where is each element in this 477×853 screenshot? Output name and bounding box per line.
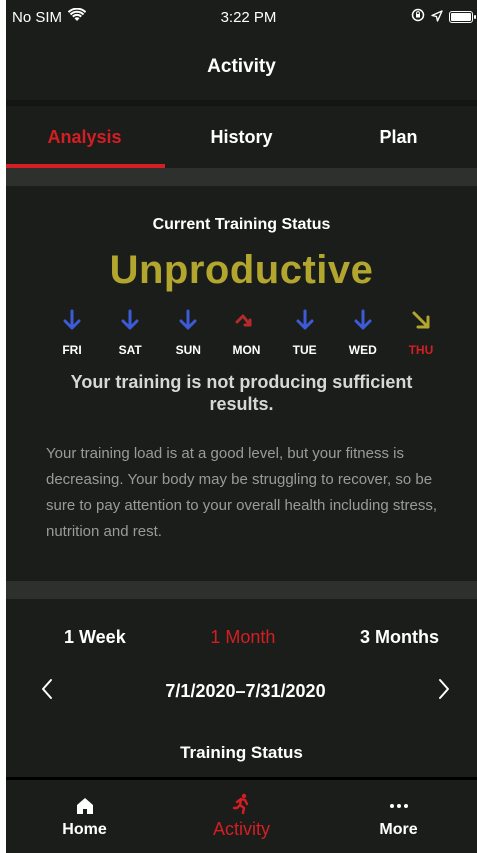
tabbar-activity[interactable]: Activity [163,780,320,853]
day-label: MON [232,343,261,357]
tabbar-more[interactable]: More [320,780,477,853]
training-status-card: Current Training Status Unproductive FRI… [6,186,477,545]
date-navigator: 7/1/2020–7/31/2020 [6,671,477,711]
daily-trend-row: FRI SAT SUN MON TUE WED THU [6,309,477,357]
day-wed: WED [343,309,383,357]
peak-down-arrow-icon [235,314,252,327]
tab-plan[interactable]: Plan [320,106,477,168]
orientation-lock-icon [411,8,425,26]
range-selector: 1 Week 1 Month 3 Months [6,607,477,667]
day-label: SAT [118,343,142,357]
date-range-label: 7/1/2020–7/31/2020 [165,680,326,701]
carrier-label: No SIM [12,8,63,26]
battery-icon [448,11,476,23]
status-bar: No SIM 3:22 PM [6,0,477,34]
day-sat: SAT [110,309,150,357]
tabbar-home[interactable]: Home [6,780,163,853]
arrow-down-icon [121,309,139,330]
day-thu: THU [401,309,441,357]
training-summary: Your training is not producing sufficien… [70,372,413,414]
day-sun: SUN [168,309,208,357]
status-right [411,8,476,26]
day-label: SUN [175,343,201,357]
app-screen: No SIM 3:22 PM Activity Analysis History… [6,0,477,853]
active-tab-indicator [6,164,165,168]
day-fri: FRI [52,309,92,357]
day-label: FRI [62,343,82,357]
range-1-month[interactable]: 1 Month [210,627,275,648]
training-description: Your training load is at a good level, b… [46,445,438,540]
runner-icon [232,793,248,815]
range-1-week[interactable]: 1 Week [64,627,126,648]
training-status-value: Unproductive [109,248,374,292]
arrow-down-icon [179,309,197,330]
status-time: 3:22 PM [220,8,277,26]
tab-history[interactable]: History [163,106,320,168]
day-mon: MON [226,309,266,357]
chevron-left-icon[interactable] [40,678,54,705]
segment-tabs: Analysis History Plan [6,106,477,168]
range-3-months[interactable]: 3 Months [360,627,439,648]
section-separator [6,581,477,599]
day-tue: TUE [285,309,325,357]
section-separator [6,168,477,186]
location-icon [431,9,443,26]
arrow-down-icon [296,309,314,330]
page-title: Activity [207,56,276,77]
tabbar-label: Home [62,820,107,838]
day-label: TUE [292,343,317,357]
arrow-down-icon [354,309,372,330]
day-label: WED [348,343,377,357]
training-status-heading: Current Training Status [152,216,331,233]
training-status-section-title: Training Status [180,743,303,762]
wifi-icon [67,7,87,26]
day-label-today: THU [408,343,434,357]
arrow-down-right-icon [412,311,430,329]
tabbar-label: Activity [212,819,270,839]
more-icon [389,803,408,808]
status-left: No SIM [12,7,87,26]
arrow-down-icon [63,309,81,330]
tabbar-label: More [379,820,418,838]
tab-analysis[interactable]: Analysis [6,106,163,168]
home-icon [76,797,93,814]
bottom-tab-bar: Home Activity More [6,777,477,853]
chevron-right-icon[interactable] [437,678,451,705]
